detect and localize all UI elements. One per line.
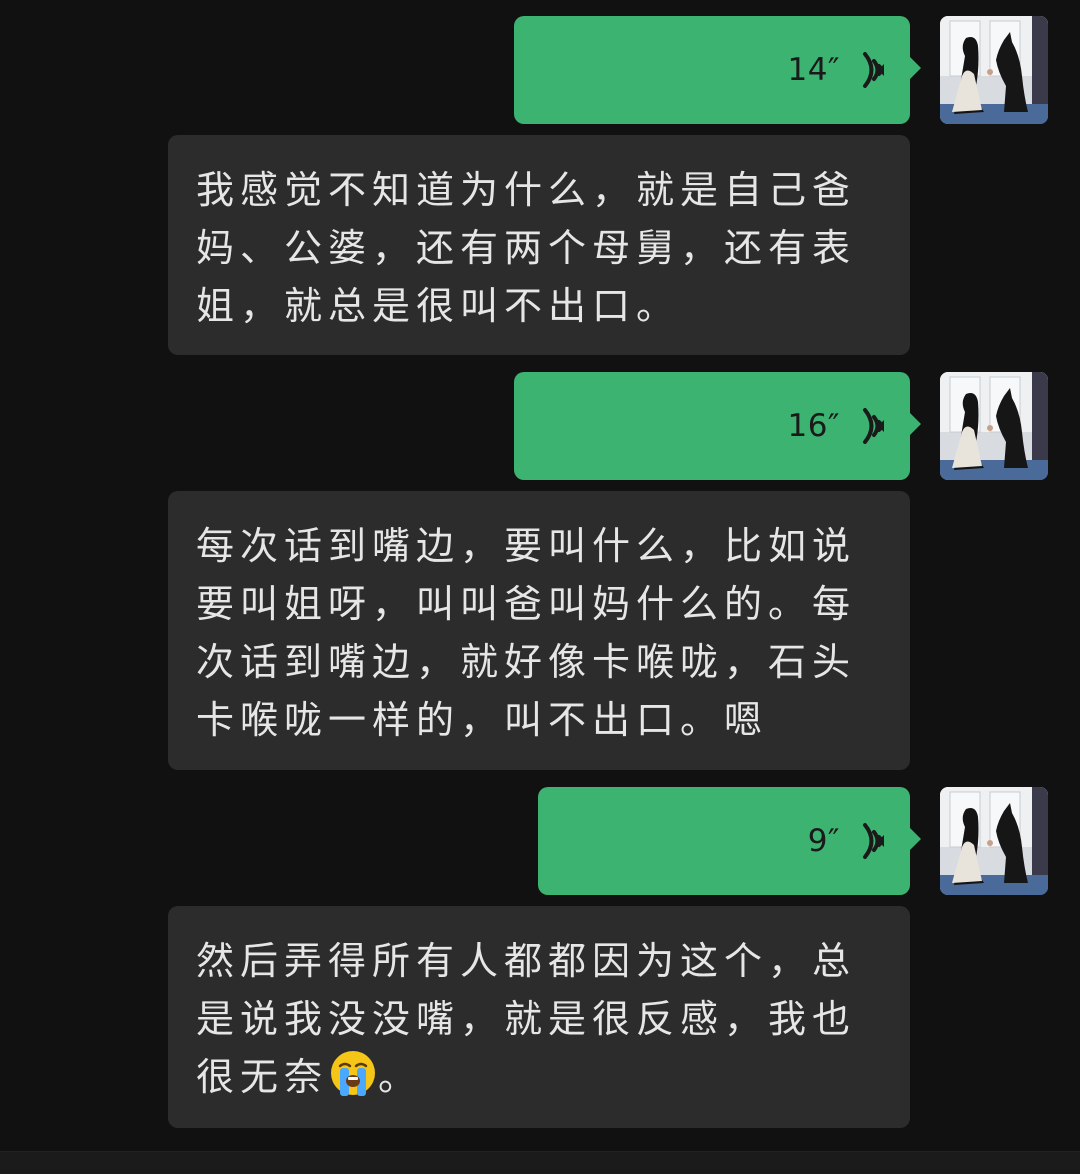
- voice-message-bubble[interactable]: 14″: [514, 16, 921, 124]
- avatar[interactable]: [940, 16, 1048, 124]
- bottom-bar: [0, 1151, 1080, 1174]
- voice-duration: 14″: [787, 52, 840, 88]
- woman-with-dog-avatar: [940, 787, 1048, 895]
- message-text: 然后弄得所有人都都因为这个，总是说我没没嘴，就是很反感，我也很无奈 。: [196, 932, 882, 1106]
- text-message-bubble[interactable]: 每次话到嘴边，要叫什么，比如说要叫姐呀，叫叫爸叫妈什么的。每次话到嘴边，就好像卡…: [168, 491, 910, 770]
- sound-wave-icon: [863, 823, 884, 859]
- message-text-part: 然后弄得所有人都都因为这个，总是说我没没嘴，就是很反感，我也很无奈: [196, 939, 857, 1099]
- text-message-bubble[interactable]: 然后弄得所有人都都因为这个，总是说我没没嘴，就是很反感，我也很无奈 。: [168, 906, 910, 1128]
- voice-message-bubble[interactable]: 16″: [514, 372, 921, 480]
- avatar[interactable]: [940, 372, 1048, 480]
- sound-wave-icon: [863, 408, 884, 444]
- avatar[interactable]: [940, 787, 1048, 895]
- message-text: 我感觉不知道为什么，就是自己爸妈、公婆，还有两个母舅，还有表姐，就总是很叫不出口…: [196, 168, 857, 328]
- woman-with-dog-avatar: [940, 372, 1048, 480]
- voice-duration: 16″: [787, 408, 840, 444]
- text-message-bubble[interactable]: 我感觉不知道为什么，就是自己爸妈、公婆，还有两个母舅，还有表姐，就总是很叫不出口…: [168, 135, 910, 355]
- sound-wave-icon: [863, 52, 884, 88]
- message-text-part: 。: [378, 1055, 423, 1099]
- voice-message-bubble[interactable]: 9″: [538, 787, 921, 895]
- voice-duration: 9″: [807, 823, 840, 859]
- message-text: 每次话到嘴边，要叫什么，比如说要叫姐呀，叫叫爸叫妈什么的。每次话到嘴边，就好像卡…: [196, 524, 857, 742]
- loudly-crying-face-icon: [331, 1051, 376, 1096]
- woman-with-dog-avatar: [940, 16, 1048, 124]
